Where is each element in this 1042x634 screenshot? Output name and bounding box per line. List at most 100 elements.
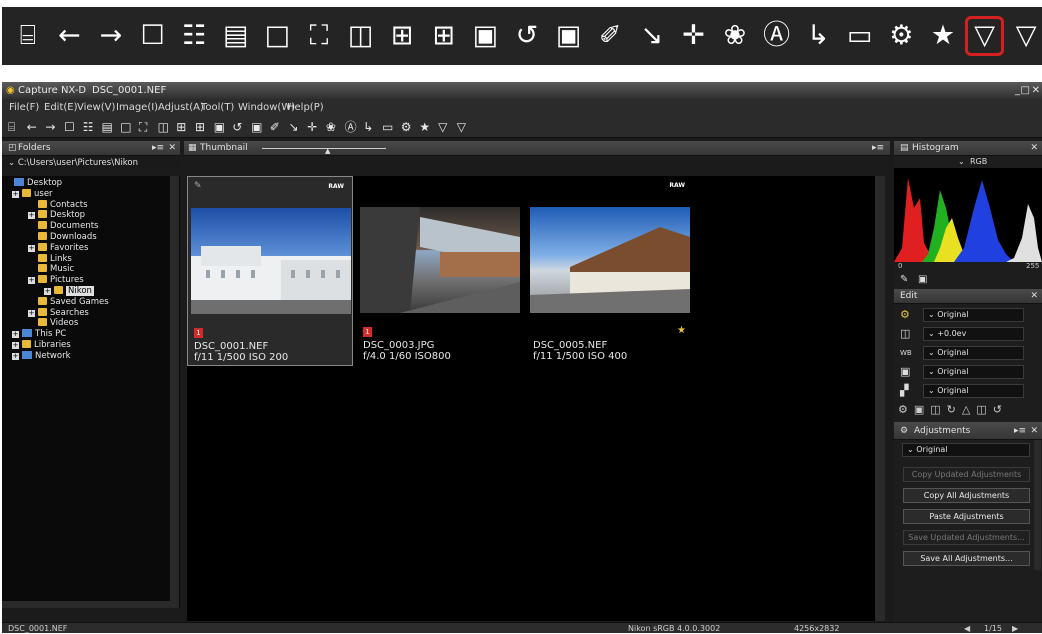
filmstrip-view-icon[interactable]: ▤ bbox=[216, 19, 256, 53]
expand-icon[interactable]: + bbox=[28, 244, 35, 252]
print-icon[interactable]: ⌸ bbox=[8, 119, 15, 135]
settings-icon[interactable]: ⚙ bbox=[401, 119, 412, 135]
expand-icon[interactable]: + bbox=[12, 342, 19, 349]
expand-icon[interactable]: + bbox=[28, 309, 35, 317]
compare-four-icon[interactable]: ⊞ bbox=[176, 119, 186, 135]
histogram-channel-selector[interactable]: ⌄ RGB bbox=[894, 156, 1042, 168]
tree-item[interactable]: Contacts bbox=[38, 199, 88, 211]
open-folder-icon[interactable]: ☐ bbox=[133, 19, 173, 53]
fit-icon[interactable]: ▣ bbox=[251, 119, 262, 135]
eyedropper-icon[interactable]: ✐ bbox=[270, 119, 280, 135]
paste-adjustments-button[interactable]: Paste Adjustments bbox=[903, 509, 1030, 524]
close-button[interactable]: ✕ bbox=[1032, 82, 1040, 99]
panel-menu-icon[interactable]: ▸≡ bbox=[872, 141, 884, 156]
expand-icon[interactable]: + bbox=[28, 277, 35, 285]
tree-item[interactable]: + Favorites bbox=[28, 242, 88, 254]
adjustments-scrollbar[interactable] bbox=[1034, 440, 1041, 570]
compare-four-icon[interactable]: ⊞ bbox=[382, 19, 422, 53]
slideshow-icon[interactable]: ▭ bbox=[840, 19, 880, 53]
menu-file[interactable]: File(F) bbox=[9, 99, 39, 116]
lens-select[interactable]: ⌄ Original bbox=[923, 384, 1024, 398]
straighten-icon[interactable]: ↘ bbox=[632, 19, 672, 53]
tree-item[interactable]: + user bbox=[12, 188, 53, 200]
star-icon[interactable]: ★ bbox=[419, 119, 430, 135]
menu-view[interactable]: View(V) bbox=[77, 99, 115, 116]
prev-page-icon[interactable]: ◀ bbox=[964, 623, 970, 634]
next-page-icon[interactable]: ▶ bbox=[1012, 623, 1018, 634]
adjustments-preset-select[interactable]: ⌄ Original bbox=[902, 443, 1030, 457]
compare-split-icon[interactable]: ⊞ bbox=[195, 119, 205, 135]
tree-item[interactable]: + Libraries bbox=[12, 340, 71, 351]
tree-item[interactable]: Downloads bbox=[38, 232, 97, 243]
single-view-icon[interactable]: □ bbox=[120, 119, 131, 135]
fit-icon[interactable]: ▣ bbox=[549, 19, 589, 53]
copy-all-adjustments-button[interactable]: Copy All Adjustments bbox=[903, 488, 1030, 503]
thumbnail-scrollbar[interactable] bbox=[875, 176, 885, 621]
save-all-adjustments-button[interactable]: Save All Adjustments... bbox=[903, 551, 1030, 566]
panel-close-icon[interactable]: ✕ bbox=[1030, 289, 1038, 304]
crop-icon[interactable]: ✛ bbox=[674, 19, 714, 53]
forward-arrow-icon[interactable]: → bbox=[91, 19, 131, 53]
tree-item[interactable]: Saved Games bbox=[38, 296, 109, 308]
thumbnail-item[interactable]: ✎ RAW 1 DSC_0001.NEF f/11 1/500 ISO 200 bbox=[187, 176, 353, 366]
full-screen-icon[interactable]: ⛶ bbox=[299, 19, 339, 53]
expand-icon[interactable]: + bbox=[28, 212, 35, 220]
eyedropper-icon[interactable]: ✐ bbox=[590, 19, 630, 53]
open-folder-icon[interactable]: ☐ bbox=[64, 119, 75, 135]
panel-menu-icon[interactable]: ▸≡ bbox=[152, 141, 164, 156]
filter-icon[interactable]: ▽ bbox=[438, 119, 447, 135]
tree-item[interactable]: + Nikon bbox=[44, 286, 94, 297]
tree-horizontal-scrollbar[interactable] bbox=[2, 601, 170, 608]
thumbnail-size-slider[interactable] bbox=[262, 148, 386, 149]
tree-item[interactable]: + Pictures bbox=[28, 275, 84, 286]
auto-retouch-icon[interactable]: ❀ bbox=[715, 19, 755, 53]
transfer-icon[interactable]: ↳ bbox=[363, 119, 373, 135]
filter-partial-icon[interactable]: ▽ bbox=[457, 119, 466, 135]
tree-item[interactable]: Links bbox=[38, 253, 72, 265]
straighten-icon[interactable]: ↘ bbox=[289, 119, 299, 135]
tree-item[interactable]: + Searches bbox=[28, 307, 89, 319]
thumbnail-item[interactable]: 1 DSC_0003.JPG f/4.0 1/60 ISO800 bbox=[357, 176, 523, 366]
tree-item[interactable]: + Desktop bbox=[28, 210, 85, 221]
open-with-app-icon[interactable]: Ⓐ bbox=[345, 119, 357, 135]
minimize-button[interactable]: _ bbox=[1015, 82, 1020, 99]
back-arrow-icon[interactable]: ← bbox=[50, 19, 90, 53]
tree-item[interactable]: Documents bbox=[38, 221, 98, 232]
tree-item[interactable]: + Network bbox=[12, 350, 71, 362]
slideshow-icon[interactable]: ▭ bbox=[382, 119, 393, 135]
tone-select[interactable]: ⌄ Original bbox=[923, 365, 1024, 379]
forward-arrow-icon[interactable]: → bbox=[45, 119, 55, 135]
menu-adjust[interactable]: Adjust(A) bbox=[158, 99, 204, 116]
tree-item[interactable]: Music bbox=[38, 264, 74, 275]
panel-close-icon[interactable]: ✕ bbox=[1030, 422, 1038, 440]
panel-menu-icon[interactable]: ▸≡ bbox=[1014, 422, 1026, 440]
rotate-icon[interactable]: ↺ bbox=[507, 19, 547, 53]
tree-item[interactable]: Desktop bbox=[14, 178, 62, 189]
compare-split-icon[interactable]: ⊞ bbox=[424, 19, 464, 53]
full-screen-icon[interactable]: ⛶ bbox=[139, 119, 147, 135]
edit-tool-icons[interactable]: ⚙▣◫↻△◫↺ bbox=[898, 403, 1042, 419]
tree-item[interactable]: Videos bbox=[38, 318, 78, 329]
transfer-icon[interactable]: ↳ bbox=[798, 19, 838, 53]
expand-icon[interactable]: + bbox=[12, 190, 19, 198]
slider-handle[interactable]: ▲ bbox=[325, 144, 330, 159]
compare-large-icon[interactable]: ▣ bbox=[466, 19, 506, 53]
back-arrow-icon[interactable]: ← bbox=[27, 119, 37, 135]
tree-item[interactable]: + This PC bbox=[12, 329, 66, 340]
filter-partial-icon[interactable]: ▽ bbox=[1006, 19, 1042, 53]
expand-icon[interactable]: + bbox=[12, 331, 19, 339]
filter-icon[interactable]: ▽ bbox=[964, 16, 1005, 56]
menu-help[interactable]: Help(P) bbox=[287, 99, 324, 116]
auto-retouch-icon[interactable]: ❀ bbox=[326, 119, 336, 135]
thumbnail-item[interactable]: RAW ★ DSC_0005.NEF f/11 1/500 ISO 400 bbox=[527, 176, 693, 366]
settings-icon[interactable]: ⚙ bbox=[882, 19, 922, 53]
grid-view-icon[interactable]: ☷ bbox=[174, 19, 214, 53]
menu-tool[interactable]: Tool(T) bbox=[201, 99, 234, 116]
compare-two-icon[interactable]: ◫ bbox=[158, 119, 169, 135]
expand-icon[interactable]: + bbox=[44, 288, 51, 295]
maximize-button[interactable]: □ bbox=[1021, 82, 1030, 99]
folder-path-selector[interactable]: ⌄ C:\Users\user\Pictures\Nikon bbox=[2, 156, 180, 170]
white-balance-select[interactable]: ⌄ Original bbox=[923, 346, 1024, 360]
picture-control-select[interactable]: ⌄ Original bbox=[923, 308, 1024, 322]
open-with-app-icon[interactable]: Ⓐ bbox=[757, 19, 797, 53]
